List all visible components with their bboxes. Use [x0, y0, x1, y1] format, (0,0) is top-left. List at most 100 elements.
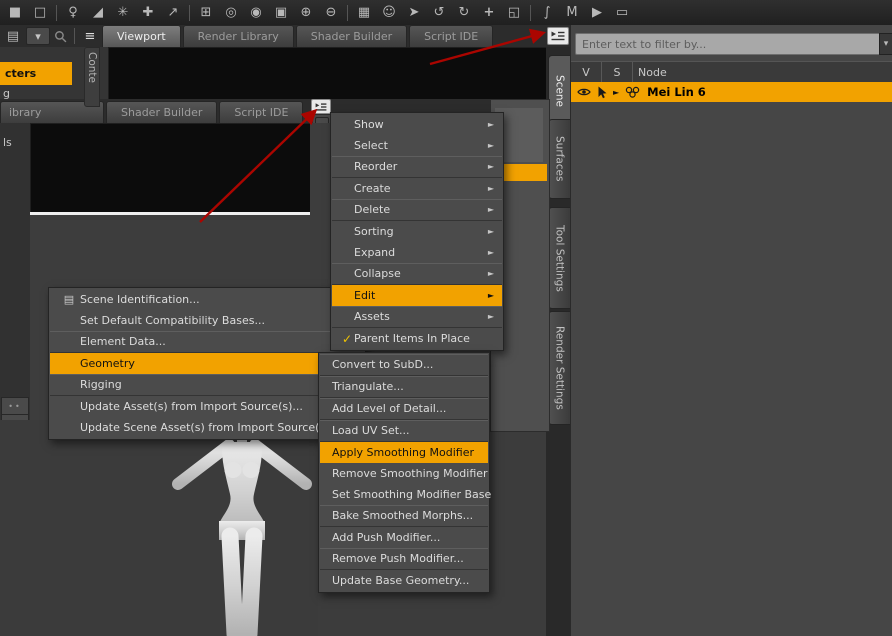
- menu-item-label: Remove Smoothing Modifier: [332, 467, 488, 480]
- menu-item-sorting[interactable]: Sorting ►: [332, 221, 502, 242]
- menu-item-add-level-of-detail[interactable]: Add Level of Detail...: [320, 398, 488, 420]
- sidebar-item-cters[interactable]: cters: [0, 62, 72, 85]
- menu-item-label: Update Asset(s) from Import Source(s)...: [80, 400, 303, 413]
- menu-item-apply-smoothing-modifier[interactable]: Apply Smoothing Modifier: [320, 442, 488, 463]
- column-selectability[interactable]: S: [602, 62, 633, 82]
- rotate-ccw-icon[interactable]: ↺: [427, 2, 451, 23]
- figure-viewport[interactable]: [0, 416, 318, 636]
- scene-pane-options-button[interactable]: [547, 27, 569, 45]
- figure-icon[interactable]: ♀: [61, 2, 85, 23]
- menu-item-parent-items-in-place[interactable]: ✓ Parent Items In Place: [332, 328, 502, 349]
- menu-item-geometry[interactable]: Geometry ►: [50, 353, 364, 374]
- cube-wire-icon[interactable]: □: [28, 2, 52, 23]
- menu-item-triangulate[interactable]: Triangulate...: [320, 376, 488, 398]
- scene-id-glyph: ▤: [63, 293, 75, 306]
- selectable-pointer-icon[interactable]: [597, 86, 607, 99]
- menu-item-label: Bake Smoothed Morphs...: [332, 509, 474, 522]
- menu-item-label: Scene Identification...: [80, 293, 200, 306]
- smiley-icon[interactable]: ☺: [377, 2, 401, 23]
- menu-item-edit[interactable]: Edit ►: [332, 285, 502, 306]
- menu-item-label: Update Base Geometry...: [332, 574, 470, 587]
- tab-label: Script IDE: [234, 106, 289, 119]
- menu-item-reorder[interactable]: Reorder ►: [332, 156, 502, 178]
- menu-item-set-smoothing-modifier-base[interactable]: Set Smoothing Modifier Base: [320, 484, 491, 505]
- tab-label: ibrary: [9, 106, 42, 119]
- record-icon[interactable]: ◉: [244, 2, 268, 23]
- expand-arrow-icon[interactable]: ►: [613, 88, 619, 97]
- menu-item-element-data[interactable]: Element Data...: [50, 331, 364, 353]
- scene-node-row-mei-lin-6[interactable]: ► Mei Lin 6: [571, 82, 892, 102]
- tab-shader-builder[interactable]: Shader Builder: [295, 25, 408, 47]
- tab-shader-builder-2[interactable]: Shader Builder: [106, 101, 218, 123]
- menu-item-collapse[interactable]: Collapse ►: [332, 263, 502, 285]
- vertical-tab-content[interactable]: Conte: [84, 47, 100, 107]
- spline-icon[interactable]: ∫: [535, 2, 559, 23]
- column-node[interactable]: Node: [633, 62, 892, 82]
- shear-tool-icon[interactable]: ◢: [86, 2, 110, 23]
- submenu-arrow-icon: ►: [487, 184, 494, 193]
- tab-script-ide[interactable]: Script IDE: [409, 25, 494, 47]
- menu-item-bake-smoothed-morphs[interactable]: Bake Smoothed Morphs...: [320, 505, 488, 527]
- tab-render-settings[interactable]: Render Settings: [548, 311, 570, 425]
- menu-item-create[interactable]: Create ►: [332, 178, 502, 199]
- cube-solid-icon[interactable]: ■: [3, 2, 27, 23]
- tab-scene[interactable]: Scene: [548, 55, 570, 127]
- cursor-tool-icon[interactable]: ➤: [402, 2, 426, 23]
- splitter-button-top[interactable]: ••: [1, 397, 29, 415]
- morph-icon[interactable]: M: [560, 2, 584, 23]
- menu-item-label: Show: [354, 118, 384, 131]
- menu-item-convert-to-subd[interactable]: Convert to SubD...: [320, 354, 488, 376]
- menu-item-select[interactable]: Select ►: [332, 135, 502, 156]
- target-icon[interactable]: ◎: [219, 2, 243, 23]
- menu-item-add-push-modifier[interactable]: Add Push Modifier...: [320, 527, 488, 548]
- visibility-eye-icon[interactable]: [577, 87, 591, 97]
- node-minus-icon[interactable]: ⊖: [319, 2, 343, 23]
- grid-icon[interactable]: ▦: [352, 2, 376, 23]
- floating-pane-options-button[interactable]: [311, 99, 331, 114]
- frame-icon[interactable]: ▭: [610, 2, 634, 23]
- tab-viewport[interactable]: Viewport: [102, 25, 181, 47]
- menu-item-label: Set Default Compatibility Bases...: [80, 314, 265, 327]
- menu-item-update-assets-from-import-source[interactable]: Update Asset(s) from Import Source(s)...: [50, 396, 364, 417]
- menu-item-update-scene-assets-from-import-source[interactable]: Update Scene Asset(s) from Import Source…: [50, 417, 364, 438]
- tab-tool-settings[interactable]: Tool Settings: [548, 207, 570, 309]
- menu-item-rigging[interactable]: Rigging ►: [50, 374, 364, 396]
- filter-input[interactable]: [575, 33, 891, 55]
- cube-node-icon[interactable]: ▣: [269, 2, 293, 23]
- pane-list-icon[interactable]: ≡: [82, 26, 98, 47]
- column-visibility[interactable]: V: [571, 62, 602, 82]
- star-tool-icon[interactable]: ✳: [111, 2, 135, 23]
- menu-item-scene-identification[interactable]: ▤ Scene Identification...: [50, 289, 364, 310]
- menu-item-remove-smoothing-modifier[interactable]: Remove Smoothing Modifier: [320, 463, 488, 484]
- menu-item-load-uv-set[interactable]: Load UV Set...: [320, 420, 488, 442]
- menu-item-expand[interactable]: Expand ►: [332, 242, 502, 263]
- search-icon[interactable]: [54, 30, 67, 43]
- menu-item-delete[interactable]: Delete ►: [332, 199, 502, 221]
- export-icon[interactable]: ↗: [161, 2, 185, 23]
- view-mode-dropdown[interactable]: ▾: [26, 27, 50, 45]
- menu-item-label: Parent Items In Place: [354, 332, 470, 345]
- node-group-icon: [625, 86, 640, 98]
- play-icon[interactable]: ▶: [585, 2, 609, 23]
- move-tool-icon[interactable]: +: [477, 2, 501, 23]
- scale-tool-icon[interactable]: ◱: [502, 2, 526, 23]
- content-stack-icon[interactable]: ▤: [4, 26, 22, 47]
- tab-script-ide-2[interactable]: Script IDE: [219, 101, 304, 123]
- floating-viewport-canvas[interactable]: [30, 123, 312, 214]
- menu-item-remove-push-modifier[interactable]: Remove Push Modifier...: [320, 548, 488, 570]
- menu-item-label: Remove Push Modifier...: [332, 552, 464, 565]
- rotate-cw-icon[interactable]: ↻: [452, 2, 476, 23]
- tabbar-left-icons: ▤ ▾ ≡: [0, 25, 102, 47]
- axes-tool-icon[interactable]: ✚: [136, 2, 160, 23]
- tab-render-library[interactable]: Render Library: [182, 25, 294, 47]
- filter-options-button[interactable]: ▾: [879, 33, 892, 55]
- menu-item-assets[interactable]: Assets ►: [332, 306, 502, 328]
- tab-surfaces[interactable]: Surfaces: [548, 119, 570, 199]
- node-plus-icon[interactable]: ⊕: [294, 2, 318, 23]
- menu-item-show[interactable]: Show ►: [332, 114, 502, 135]
- viewport-canvas[interactable]: [108, 47, 548, 102]
- cube-add-icon[interactable]: ⊞: [194, 2, 218, 23]
- menu-item-label: Apply Smoothing Modifier: [332, 446, 474, 459]
- menu-item-update-base-geometry[interactable]: Update Base Geometry...: [320, 570, 488, 591]
- menu-item-set-default-compatibility-bases[interactable]: Set Default Compatibility Bases...: [50, 310, 364, 331]
